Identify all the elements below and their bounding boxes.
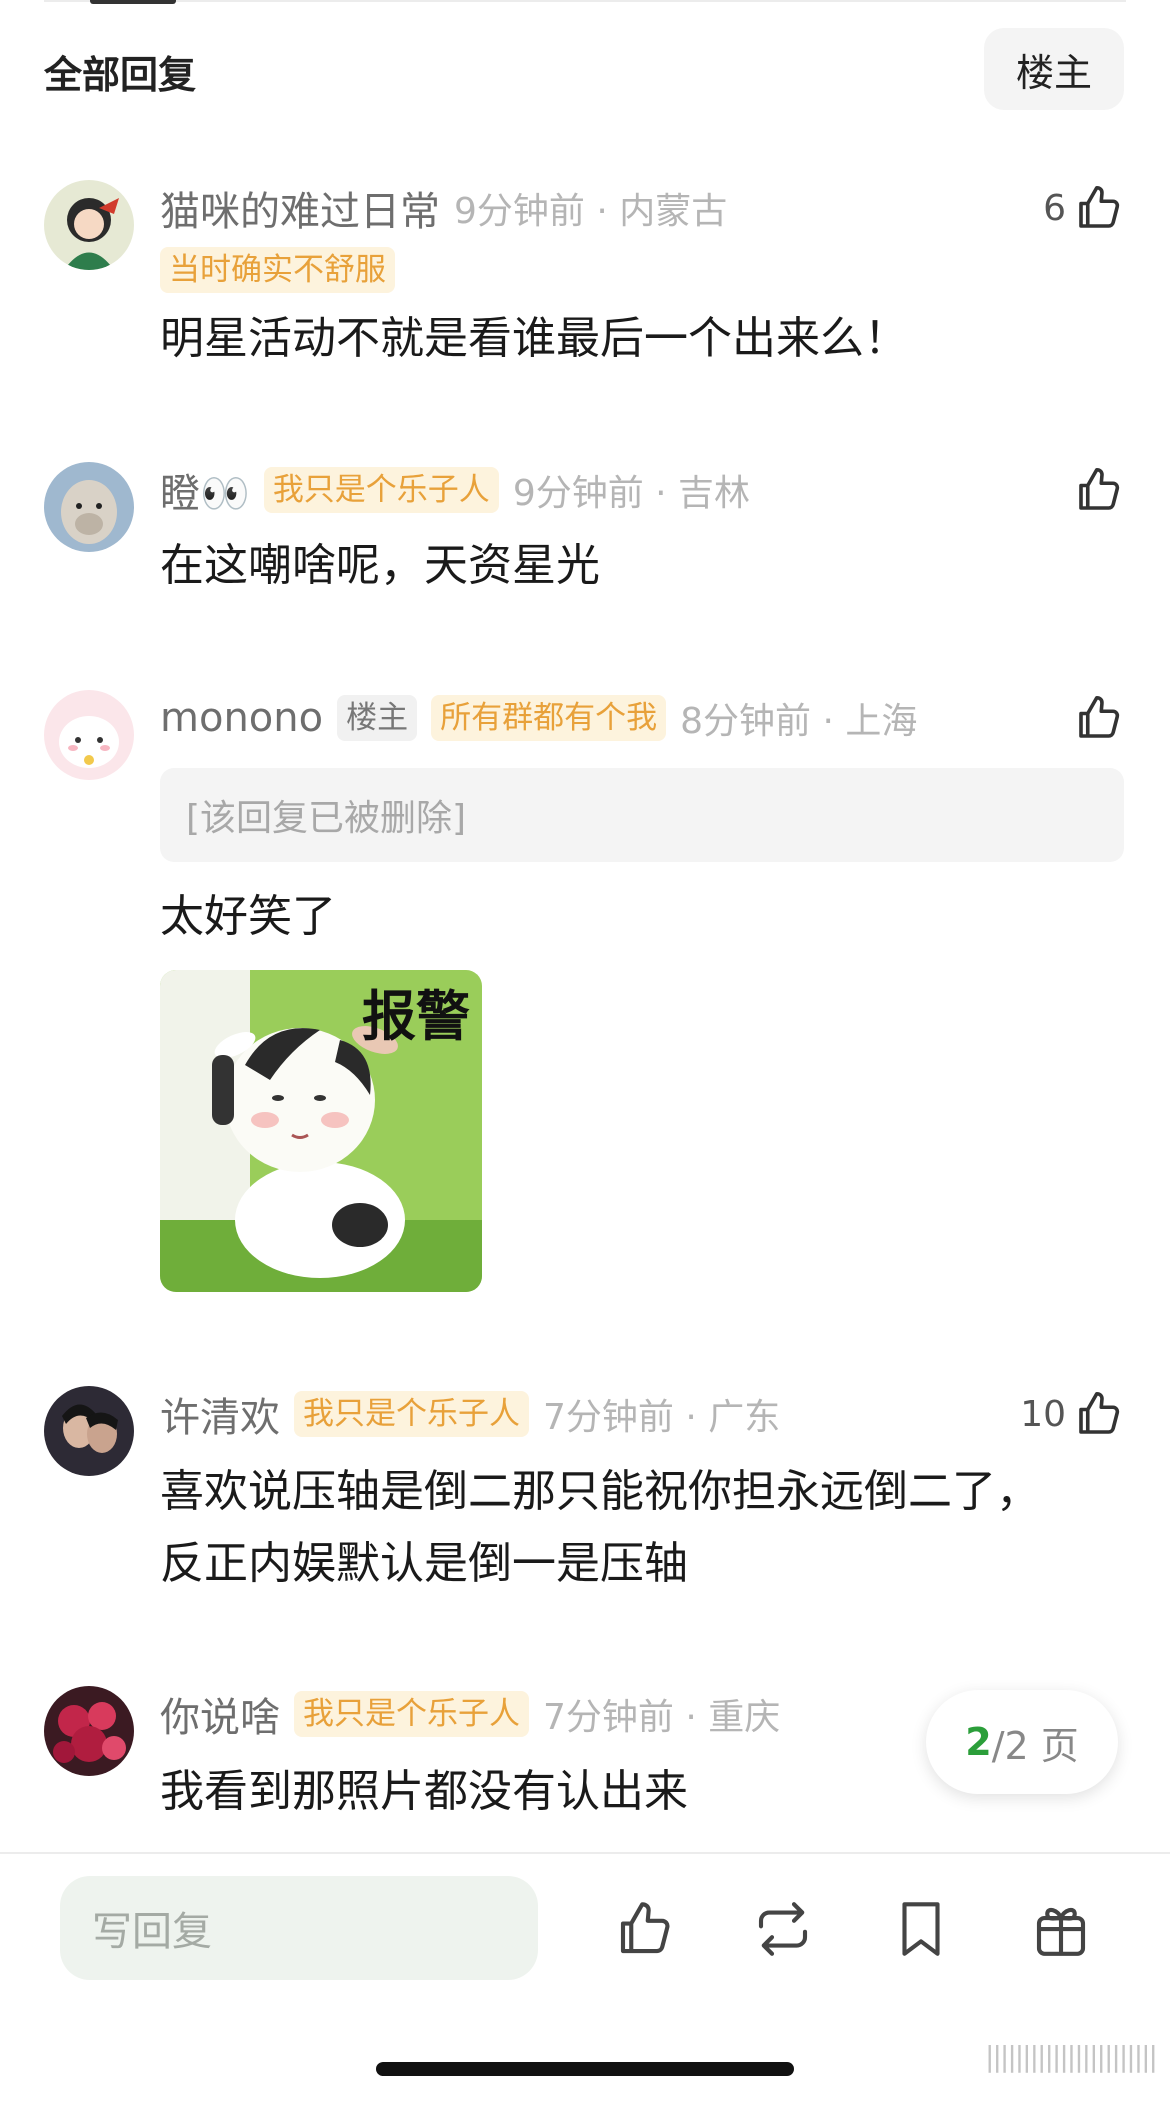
time-location: 7分钟前 · 重庆 [543,1697,781,1738]
like-post-button[interactable] [612,1896,678,1962]
avatar[interactable] [44,1386,134,1476]
sticker-caption: 报警 [362,985,470,1048]
comment-tag-row: 当时确实不舒服 [160,240,409,300]
like-button[interactable] [1072,460,1126,520]
avatar-photo [44,1386,134,1476]
comment-text: 在这嘲啥呢，天资星光 [160,540,600,591]
username[interactable]: 你说啥 [160,1685,280,1743]
avatar-cartoon [44,690,134,780]
comments-page: 全部回复 楼主 猫咪的难过日常 9分钟前 · 内蒙古 当时确实不舒服 6 明星活… [0,0,1170,2110]
comment-text: 太好笑了 [160,891,336,942]
sticker-image[interactable]: 报警 [160,970,482,1292]
thumbs-up-icon [1072,1387,1126,1441]
owner-only-button[interactable]: 楼主 [984,28,1124,110]
avatar[interactable] [44,180,134,270]
tab-indicator [90,0,176,4]
comment-meta: 许清欢 我只是个乐子人 7分钟前 · 广东 [160,1384,780,1444]
watermark: ||||||||||||||||||||||| [985,2040,1158,2073]
reply-input[interactable]: 写回复 [60,1876,538,1980]
avatar-roses [44,1686,134,1776]
bottom-divider [0,1852,1170,1854]
bookmark-button[interactable] [888,1896,954,1962]
like-button[interactable]: 10 [1020,1384,1126,1444]
total-pages: /2 页 [991,1723,1079,1768]
fan-badge: 我只是个乐子人 [294,1391,529,1437]
time-location: 9分钟前 · 吉林 [512,473,751,514]
gift-icon [1036,1907,1086,1956]
current-page: 2 [965,1720,992,1764]
quoted-deleted-reply[interactable]: [该回复已被删除] [160,768,1124,862]
time-location: 8分钟前 · 上海 [680,701,918,742]
avatar-alpaca [44,462,134,552]
repost-button[interactable] [750,1896,816,1962]
mood-tag: 当时确实不舒服 [160,247,395,293]
thumbs-up-icon [620,1902,670,1954]
like-button[interactable] [1072,688,1126,748]
fan-badge: 所有群都有个我 [431,695,667,741]
gift-button[interactable] [1028,1896,1094,1962]
owner-badge: 楼主 [337,695,418,741]
comment-meta: monono 楼主 所有群都有个我 8分钟前 · 上海 [160,688,917,748]
username[interactable]: 许清欢 [160,1385,280,1443]
avatar[interactable] [44,690,134,780]
thumbs-up-icon [1072,181,1126,235]
fan-badge: 我只是个乐子人 [263,467,499,513]
avatar-illustration [44,180,134,270]
comment-text: 喜欢说压轴是倒二那只能祝你担永远倒二了，反正内娱默认是倒一是压轴 [160,1466,1040,1589]
thumbs-up-icon [1072,463,1126,517]
comment-meta: 瞪👀 我只是个乐子人 9分钟前 · 吉林 [160,460,750,520]
avatar[interactable] [44,462,134,552]
like-button[interactable]: 6 [1043,178,1126,238]
time-location: 7分钟前 · 广东 [543,1397,781,1438]
username[interactable]: 猫咪的难过日常 [160,179,440,237]
time-location: 9分钟前 · 内蒙古 [454,191,728,232]
username[interactable]: 瞪👀 [160,461,250,519]
thumbs-up-icon [1072,691,1126,745]
like-count: 10 [1020,1393,1066,1435]
home-indicator[interactable] [376,2062,794,2076]
comment-text: 我看到那照片都没有认出来 [160,1766,688,1817]
avatar[interactable] [44,1686,134,1776]
repost-icon [758,1902,808,1956]
like-count: 6 [1043,187,1066,229]
fan-badge: 我只是个乐子人 [294,1691,529,1737]
bookmark-icon [902,1902,940,1956]
comment-meta: 猫咪的难过日常 9分钟前 · 内蒙古 [160,178,727,238]
page-indicator[interactable]: 2 /2 页 [926,1690,1118,1794]
username[interactable]: monono [160,695,323,741]
all-replies-title: 全部回复 [44,53,197,97]
comment-meta: 你说啥 我只是个乐子人 7分钟前 · 重庆 [160,1684,780,1744]
top-divider [44,0,1126,2]
comment-text: 明星活动不就是看谁最后一个出来么！ [160,313,908,364]
